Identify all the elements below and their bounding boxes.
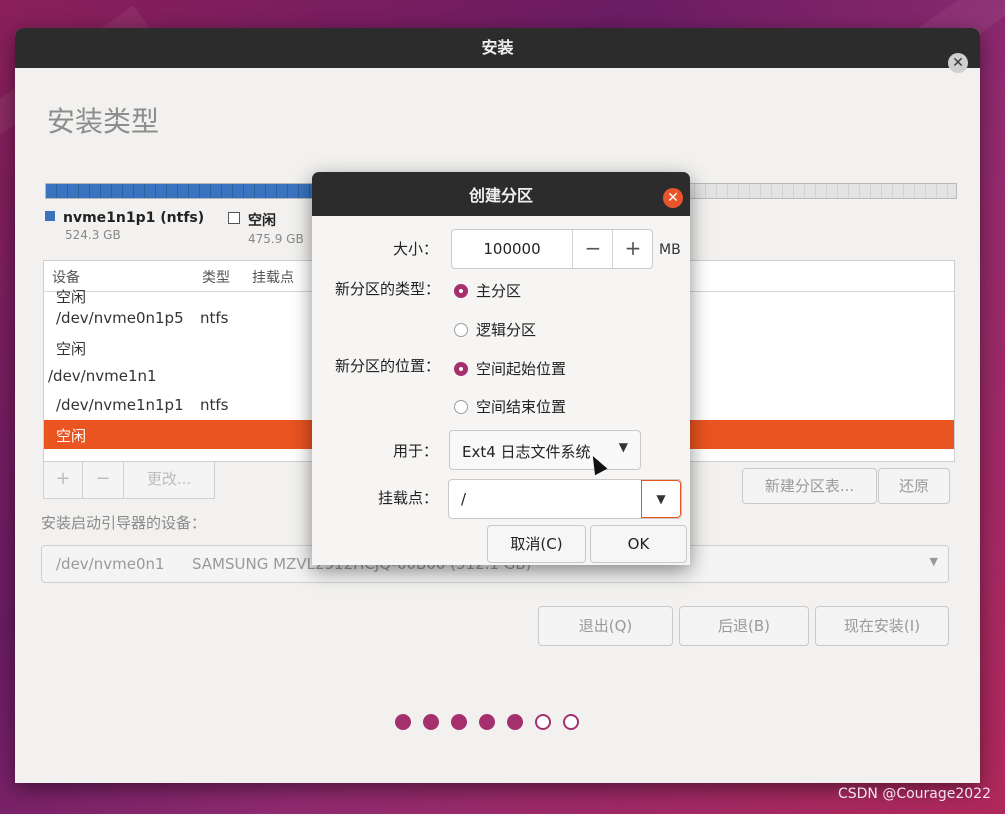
radio-primary[interactable]: 主分区 <box>454 280 521 301</box>
watermark: CSDN @Courage2022 <box>837 786 991 802</box>
radio-unchecked-icon <box>454 400 468 414</box>
add-partition-button[interactable]: + <box>44 462 83 498</box>
dialog-titlebar: 创建分区 ✕ <box>312 172 690 216</box>
quit-button[interactable]: 退出(Q) <box>538 606 673 646</box>
page-title: 安装类型 <box>47 105 160 138</box>
change-partition-button[interactable]: 更改... <box>124 462 214 498</box>
radio-label: 主分区 <box>476 282 522 300</box>
partition-type-label: 新分区的类型： <box>334 280 440 298</box>
ok-button[interactable]: OK <box>590 525 687 563</box>
row-device: /dev/nvme1n1 <box>48 367 157 385</box>
revert-button[interactable]: 还原 <box>878 468 950 504</box>
radio-label: 空间起始位置 <box>476 360 567 378</box>
legend-item: nvme1n1p1 (ntfs) 524.3 GB <box>45 210 204 242</box>
filesystem-select[interactable]: Ext4 日志文件系统 ▼ <box>449 430 641 470</box>
step-dot-complete <box>507 714 523 730</box>
radio-checked-icon <box>454 362 468 376</box>
increment-button[interactable]: + <box>612 230 653 268</box>
radio-location-start[interactable]: 空间起始位置 <box>454 358 566 379</box>
back-button[interactable]: 后退(B) <box>679 606 809 646</box>
column-header-type[interactable]: 类型 <box>202 267 230 287</box>
mount-point-input[interactable] <box>459 489 633 509</box>
window-titlebar: 安装 ✕ <box>15 28 980 73</box>
new-partition-table-button[interactable]: 新建分区表... <box>742 468 877 504</box>
step-indicator <box>395 714 579 730</box>
window-title: 安装 <box>481 38 514 57</box>
install-now-button[interactable]: 现在安装(I) <box>815 606 949 646</box>
create-partition-dialog: 创建分区 ✕ 大小： 100000 − + MB 新分区的类型： 主分区 逻辑分… <box>312 172 690 565</box>
step-dot-complete <box>479 714 495 730</box>
dialog-title: 创建分区 <box>468 186 533 205</box>
radio-checked-icon <box>454 284 468 298</box>
row-device: /dev/nvme0n1p5 <box>56 309 184 327</box>
legend-label: nvme1n1p1 (ntfs) <box>63 210 205 226</box>
size-value[interactable]: 100000 <box>452 240 572 258</box>
row-type: ntfs <box>200 396 229 414</box>
column-header-mount[interactable]: 挂载点 <box>252 267 294 287</box>
step-dot-complete <box>395 714 411 730</box>
legend-swatch <box>228 212 240 224</box>
row-device: 空闲 <box>56 340 87 358</box>
mount-point-label: 挂载点： <box>377 489 438 507</box>
cancel-button[interactable]: 取消(C) <box>487 525 586 563</box>
size-label: 大小： <box>392 240 438 258</box>
column-header-device[interactable]: 设备 <box>52 267 80 287</box>
partition-location-label: 新分区的位置： <box>334 357 440 375</box>
use-as-label: 用于： <box>392 442 438 460</box>
close-icon[interactable]: ✕ <box>948 53 968 73</box>
size-spinbutton[interactable]: 100000 − + <box>451 229 653 269</box>
step-dot-pending <box>563 714 579 730</box>
radio-location-end[interactable]: 空间结束位置 <box>454 396 566 417</box>
remove-partition-button[interactable]: − <box>83 462 124 498</box>
chevron-down-icon[interactable]: ▼ <box>641 480 681 518</box>
decrement-button[interactable]: − <box>572 230 613 268</box>
radio-logical[interactable]: 逻辑分区 <box>454 319 536 340</box>
legend-swatch <box>45 211 55 221</box>
chevron-down-icon: ▼ <box>618 440 628 454</box>
bootloader-device: /dev/nvme0n1 <box>56 555 165 573</box>
partition-toolbar: + − 更改... <box>43 461 215 499</box>
row-type: ntfs <box>200 309 229 327</box>
step-dot-pending <box>535 714 551 730</box>
radio-label: 空间结束位置 <box>476 398 567 416</box>
legend-size: 475.9 GB <box>248 232 304 246</box>
size-unit: MB <box>659 242 681 258</box>
partition-bar-used <box>46 184 314 198</box>
radio-unchecked-icon <box>454 323 468 337</box>
legend-label: 空闲 <box>248 213 276 229</box>
legend-size: 524.3 GB <box>65 228 121 242</box>
close-icon[interactable]: ✕ <box>663 188 683 208</box>
row-device: 空闲 <box>56 427 87 445</box>
bootloader-label: 安装启动引导器的设备： <box>41 514 207 532</box>
row-device: /dev/nvme1n1p1 <box>56 396 184 414</box>
mount-point-combo[interactable]: ▼ <box>448 479 682 519</box>
step-dot-complete <box>423 714 439 730</box>
radio-label: 逻辑分区 <box>476 321 537 339</box>
step-dot-complete <box>451 714 467 730</box>
chevron-down-icon: ▼ <box>929 555 938 568</box>
legend-item: 空闲 475.9 GB <box>228 210 304 246</box>
filesystem-value: Ext4 日志文件系统 <box>462 443 591 461</box>
